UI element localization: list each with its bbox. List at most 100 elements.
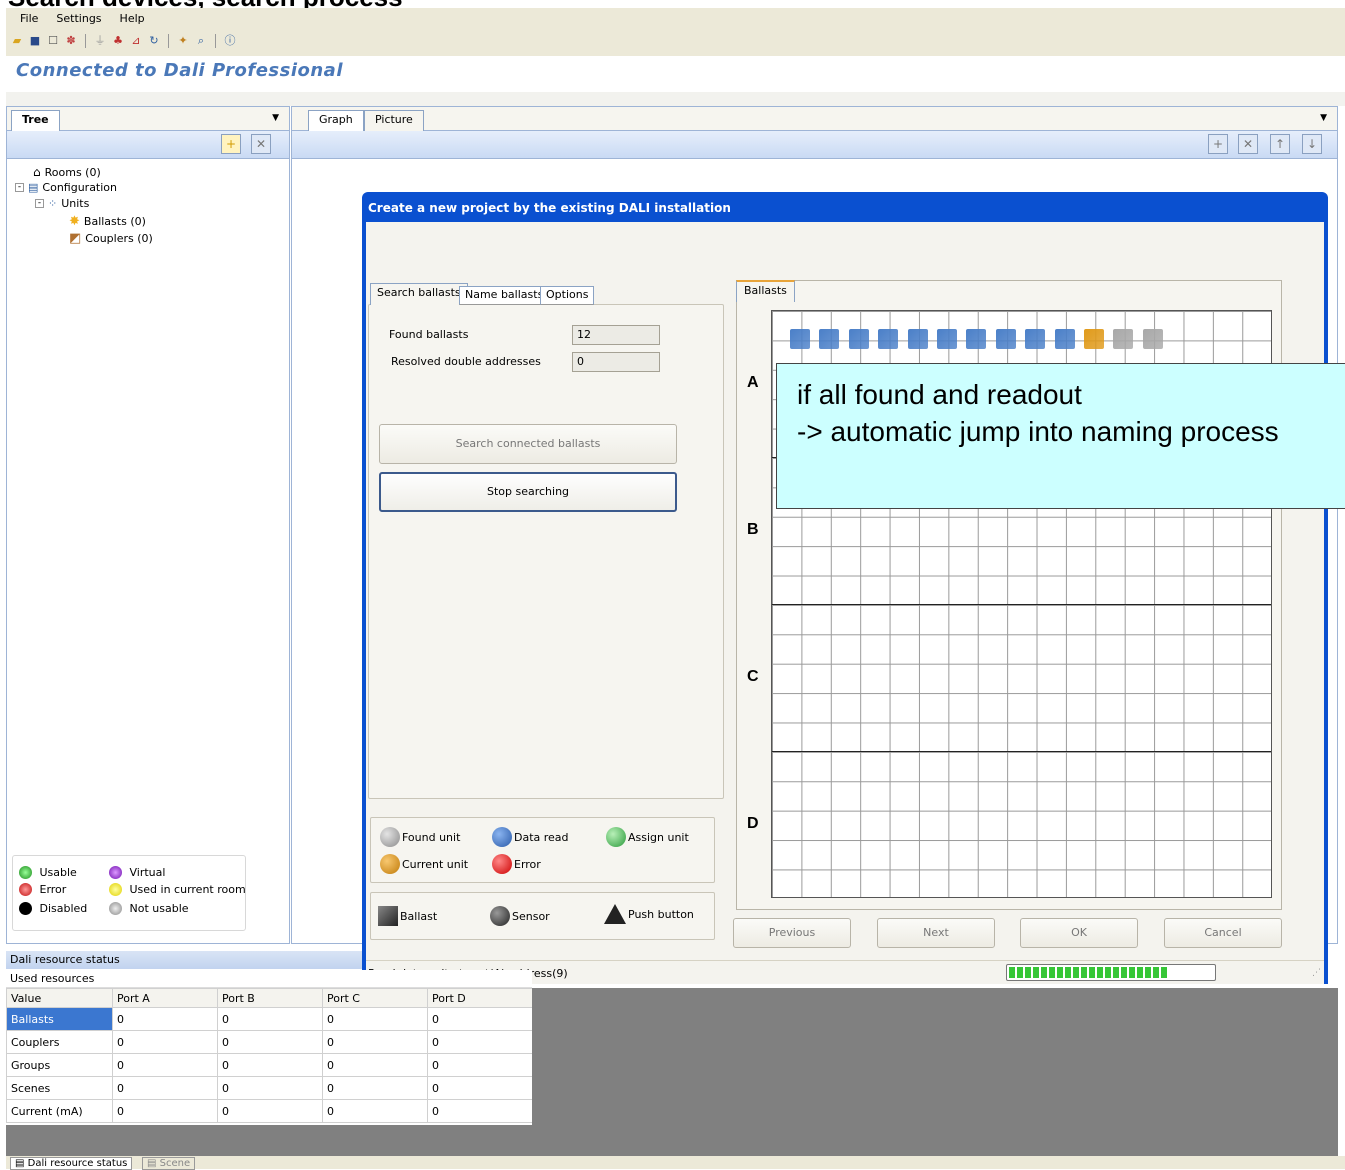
value-cell[interactable]: 0 (427, 1099, 533, 1123)
table-row[interactable]: Current (mA) 0 0 0 0 (6, 1099, 533, 1123)
value-cell[interactable]: 0 (217, 1007, 323, 1031)
next-button[interactable]: Next (877, 918, 995, 948)
found-ballasts-field[interactable]: 12 (572, 325, 660, 345)
delete-icon[interactable]: ✕ (251, 134, 271, 154)
settings-icon[interactable]: ✽ (64, 34, 78, 48)
tab-label: Scene (159, 1158, 191, 1169)
chevron-down-icon[interactable]: ▼ (1320, 113, 1327, 123)
row-label-cell[interactable]: Ballasts (6, 1007, 113, 1031)
table-row[interactable]: Couplers 0 0 0 0 (6, 1030, 533, 1054)
tree-item-ballasts[interactable]: ✸ Ballasts (0) (69, 214, 146, 229)
ballast-square-6[interactable] (966, 329, 987, 349)
value-cell[interactable]: 0 (217, 1099, 323, 1123)
import-icon[interactable]: ⊿ (129, 34, 143, 48)
tree-item-rooms[interactable]: ⌂ Rooms (0) (33, 165, 101, 179)
tab-picture[interactable]: Picture (364, 110, 424, 131)
value-cell[interactable]: 0 (217, 1030, 323, 1054)
delete-icon[interactable]: ✕ (1238, 134, 1258, 154)
add-icon[interactable]: + (221, 134, 241, 154)
value-cell[interactable]: 0 (427, 1007, 533, 1031)
row-label-cell[interactable]: Current (mA) (6, 1099, 113, 1123)
value-cell[interactable]: 0 (322, 1007, 428, 1031)
ballast-square-10[interactable] (1084, 329, 1104, 349)
tree-item-units[interactable]: - ⁘ Units (35, 197, 89, 210)
resize-grip-icon[interactable]: ⋰ (1312, 968, 1321, 978)
tree-toolbar: + ✕ (7, 131, 289, 159)
collapse-icon[interactable]: - (35, 199, 44, 208)
coupler-icon[interactable]: ♣ (111, 34, 125, 48)
row-label-cell[interactable]: Couplers (6, 1030, 113, 1054)
arrow-down-icon[interactable]: ↓ (1302, 134, 1322, 154)
save-icon[interactable]: ■ (28, 34, 42, 48)
value-cell[interactable]: 0 (322, 1053, 428, 1077)
menu-help[interactable]: Help (120, 12, 145, 25)
tab-scene[interactable]: ▤ Scene (142, 1157, 196, 1170)
resolved-addresses-field[interactable]: 0 (572, 352, 660, 372)
value-cell[interactable]: 0 (427, 1053, 533, 1077)
table-row[interactable]: Groups 0 0 0 0 (6, 1053, 533, 1077)
ballast-square-1[interactable] (819, 329, 840, 349)
search-tab-panel (368, 304, 724, 799)
tree-item-configuration[interactable]: - ▤ Configuration (15, 181, 117, 194)
ballast-square-11[interactable] (1113, 329, 1134, 349)
ballast-square-5[interactable] (937, 329, 957, 349)
ballast-square-0[interactable] (790, 329, 810, 349)
chevron-down-icon[interactable]: ▼ (272, 113, 279, 123)
tab-name-ballasts[interactable]: Name ballasts (459, 286, 550, 305)
search-ballasts-button[interactable]: Search connected ballasts (379, 424, 677, 464)
add-icon[interactable]: + (1208, 134, 1228, 154)
cancel-button[interactable]: Cancel (1164, 918, 1282, 948)
tree-label: Rooms (0) (44, 165, 101, 179)
value-cell[interactable]: 0 (112, 1007, 218, 1031)
ballast-square-9[interactable] (1054, 329, 1075, 349)
row-label-cell[interactable]: Scenes (6, 1076, 113, 1100)
previous-button[interactable]: Previous (733, 918, 851, 948)
value-cell[interactable]: 0 (112, 1099, 218, 1123)
value-cell[interactable]: 0 (112, 1030, 218, 1054)
open-icon[interactable]: ▰ (10, 34, 24, 48)
tab-search-ballasts[interactable]: Search ballasts (370, 283, 468, 305)
value-cell[interactable]: 0 (322, 1099, 428, 1123)
value-cell[interactable]: 0 (112, 1053, 218, 1077)
column-header: Port B (217, 988, 323, 1008)
refresh-icon[interactable]: ↻ (147, 34, 161, 48)
stop-searching-button[interactable]: Stop searching (379, 472, 677, 512)
menu-settings[interactable]: Settings (56, 12, 101, 25)
arrow-up-icon[interactable]: ↑ (1270, 134, 1290, 154)
ok-button[interactable]: OK (1020, 918, 1138, 948)
value-cell[interactable]: 0 (322, 1030, 428, 1054)
tree-item-couplers[interactable]: ◩ Couplers (0) (69, 231, 153, 246)
collapse-icon[interactable]: - (15, 183, 24, 192)
table-row[interactable]: Ballasts 0 0 0 0 (6, 1007, 533, 1031)
wizard-icon[interactable]: ✦ (176, 34, 190, 48)
tab-options[interactable]: Options (540, 286, 595, 305)
table-row[interactable]: Scenes 0 0 0 0 (6, 1076, 533, 1100)
value-cell[interactable]: 0 (322, 1076, 428, 1100)
row-label-cell[interactable]: Groups (6, 1053, 113, 1077)
black-dot-icon (19, 902, 32, 915)
tab-tree[interactable]: Tree (11, 110, 60, 131)
ballast-square-icon (378, 906, 398, 926)
legend-error-unit: Error (492, 854, 541, 874)
ballast-square-12[interactable] (1142, 329, 1163, 349)
new-icon[interactable]: ☐ (46, 34, 60, 48)
info-icon[interactable]: ⓘ (223, 34, 237, 48)
value-cell[interactable]: 0 (427, 1076, 533, 1100)
ballast-square-2[interactable] (848, 329, 869, 349)
value-cell[interactable]: 0 (217, 1076, 323, 1100)
search-icon[interactable]: ⌕ (194, 34, 208, 48)
ballast-square-3[interactable] (878, 329, 899, 349)
value-cell[interactable]: 0 (217, 1053, 323, 1077)
tab-resource-status[interactable]: ▤ Dali resource status (10, 1157, 133, 1170)
resource-status-header: Dali resource status (6, 951, 362, 969)
tab-ballasts[interactable]: Ballasts (736, 280, 795, 302)
ballast-square-7[interactable] (995, 329, 1016, 349)
ballast-icon[interactable]: ⏚ (93, 34, 107, 48)
tab-label: Dali resource status (27, 1158, 128, 1169)
ballast-square-4[interactable] (907, 329, 928, 349)
tab-graph[interactable]: Graph (308, 110, 364, 131)
value-cell[interactable]: 0 (112, 1076, 218, 1100)
ballast-square-8[interactable] (1025, 329, 1046, 349)
value-cell[interactable]: 0 (427, 1030, 533, 1054)
menu-file[interactable]: File (20, 12, 38, 25)
